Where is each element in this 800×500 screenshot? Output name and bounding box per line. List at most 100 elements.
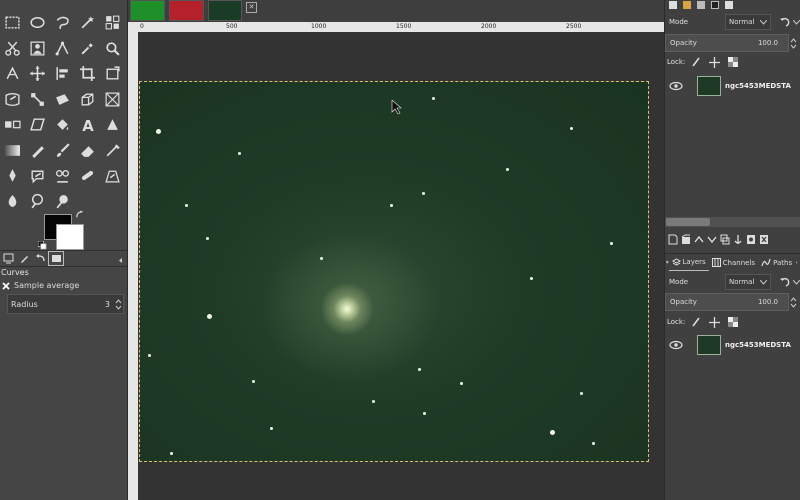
text-tool-icon[interactable]: A — [75, 112, 100, 138]
chevron-down-icon[interactable] — [793, 279, 800, 285]
undo-history-tab[interactable] — [32, 251, 48, 266]
align-icon[interactable] — [50, 61, 75, 87]
paths-tool-icon[interactable] — [50, 36, 75, 62]
heal-icon[interactable] — [75, 163, 100, 189]
opacity-stepper[interactable] — [789, 295, 798, 309]
scissors-icon[interactable] — [0, 36, 25, 62]
canvas-area[interactable] — [138, 32, 664, 500]
opacity-slider[interactable]: Opacity 100.0 — [665, 34, 789, 52]
mode-reset-icon[interactable] — [779, 276, 791, 288]
tab-menu-icon[interactable] — [117, 249, 124, 268]
fg-bg-colors[interactable] — [38, 206, 86, 250]
smudge-icon[interactable] — [0, 189, 25, 215]
tab-layers[interactable]: Layers — [668, 255, 709, 271]
bucket-fill-icon[interactable] — [50, 112, 75, 138]
mode-dropdown[interactable]: Normal — [725, 274, 771, 290]
layer-mask-icon[interactable] — [746, 234, 756, 245]
close-tab-icon[interactable]: ✕ — [246, 2, 257, 13]
layer-name[interactable]: ngc5453MEDSTA — [725, 341, 791, 349]
color-picker-icon[interactable] — [75, 36, 100, 62]
gradient-icon[interactable] — [0, 138, 25, 164]
vertical-ruler[interactable] — [128, 32, 138, 500]
select-by-color-icon[interactable] — [100, 10, 125, 36]
ink-icon[interactable] — [0, 163, 25, 189]
foreground-select-icon[interactable] — [25, 36, 50, 62]
radius-spinbox[interactable]: Radius 3 — [7, 294, 124, 314]
visibility-eye-icon[interactable] — [669, 340, 683, 350]
patterns-tab-icon[interactable] — [683, 1, 691, 9]
airbrush-icon[interactable] — [100, 138, 125, 164]
perspective-clone-icon[interactable] — [100, 163, 125, 189]
handle-transform-icon[interactable] — [25, 87, 50, 113]
raise-layer-icon[interactable] — [694, 234, 704, 245]
new-layer-icon[interactable] — [668, 234, 678, 245]
scrollbar-thumb[interactable] — [666, 218, 710, 226]
images-tab[interactable] — [48, 251, 64, 266]
image-tab-green[interactable] — [130, 0, 165, 21]
layer-row-top[interactable]: ngc5453MEDSTA — [665, 73, 800, 99]
layer-name[interactable]: ngc5453MEDSTA — [725, 82, 791, 90]
clone-icon[interactable] — [50, 163, 75, 189]
blend-icon[interactable] — [100, 112, 125, 138]
duplicate-layer-icon[interactable] — [720, 234, 730, 245]
chevron-down-icon[interactable] — [793, 19, 800, 25]
default-colors-icon[interactable] — [38, 241, 47, 250]
mode-dropdown[interactable]: Normal — [725, 14, 771, 30]
lock-position-icon[interactable] — [709, 56, 721, 68]
fonts-tab-icon[interactable] — [697, 1, 705, 9]
ellipse-select-icon[interactable] — [25, 10, 50, 36]
image-tab-red[interactable] — [169, 0, 204, 21]
eraser-icon[interactable] — [75, 138, 100, 164]
free-select-icon[interactable] — [50, 10, 75, 36]
crop-icon[interactable] — [75, 61, 100, 87]
ruler-corner[interactable] — [128, 22, 138, 32]
mypaint-brush-icon[interactable] — [25, 163, 50, 189]
rect-select-icon[interactable] — [0, 10, 25, 36]
unified-transform-icon[interactable] — [100, 61, 125, 87]
image-canvas[interactable] — [139, 81, 649, 462]
tool-options-tab[interactable] — [0, 251, 16, 266]
perspective-icon[interactable] — [50, 87, 75, 113]
opacity-stepper[interactable] — [789, 36, 798, 50]
tab-channels[interactable]: Channels — [709, 255, 758, 271]
radius-stepper[interactable] — [114, 295, 123, 313]
lock-alpha-icon[interactable] — [728, 317, 739, 327]
sample-average-checkbox[interactable] — [1, 281, 10, 290]
lock-position-icon[interactable] — [709, 316, 721, 328]
layer-row-bottom[interactable]: ngc5453MEDSTA — [665, 332, 800, 358]
measure-icon[interactable] — [0, 61, 25, 87]
new-layer-group-icon[interactable] — [681, 234, 691, 245]
layers-scrollbar[interactable] — [665, 217, 800, 227]
cage-transform-icon[interactable] — [100, 87, 125, 113]
background-color[interactable] — [56, 224, 84, 250]
lower-layer-icon[interactable] — [707, 234, 717, 245]
swap-colors-icon[interactable] — [75, 210, 84, 219]
sample-average-row[interactable]: Sample average — [1, 279, 79, 292]
images-list-tab-icon[interactable] — [725, 1, 733, 9]
brushes-tab-icon[interactable] — [669, 1, 677, 9]
mode-reset-icon[interactable] — [779, 16, 791, 28]
delete-layer-icon[interactable] — [759, 234, 769, 245]
tab-menu-icon[interactable] — [795, 259, 798, 266]
3d-transform-icon[interactable] — [75, 87, 100, 113]
tab-paths[interactable]: Paths — [758, 255, 795, 271]
document-history-tab-icon[interactable] — [711, 1, 719, 9]
image-tab-active[interactable] — [208, 0, 242, 21]
lock-pixels-icon[interactable] — [691, 317, 701, 327]
warp-transform-icon[interactable] — [0, 87, 25, 113]
radius-value[interactable]: 3 — [105, 300, 110, 309]
fuzzy-select-icon[interactable] — [75, 10, 100, 36]
anchor-layer-icon[interactable] — [733, 234, 743, 245]
lock-alpha-icon[interactable] — [728, 57, 739, 67]
flip-icon[interactable] — [0, 112, 25, 138]
paintbrush-icon[interactable] — [50, 138, 75, 164]
horizontal-ruler[interactable]: 0 500 1000 1500 2000 2500 — [138, 22, 664, 32]
move-icon[interactable] — [25, 61, 50, 87]
lock-pixels-icon[interactable] — [691, 57, 701, 67]
pencil-icon[interactable] — [25, 138, 50, 164]
zoom-icon[interactable] — [100, 36, 125, 62]
opacity-slider[interactable]: Opacity 100.0 — [665, 293, 789, 311]
visibility-eye-icon[interactable] — [669, 81, 683, 91]
device-status-tab[interactable] — [16, 251, 32, 266]
shear-icon[interactable] — [25, 112, 50, 138]
